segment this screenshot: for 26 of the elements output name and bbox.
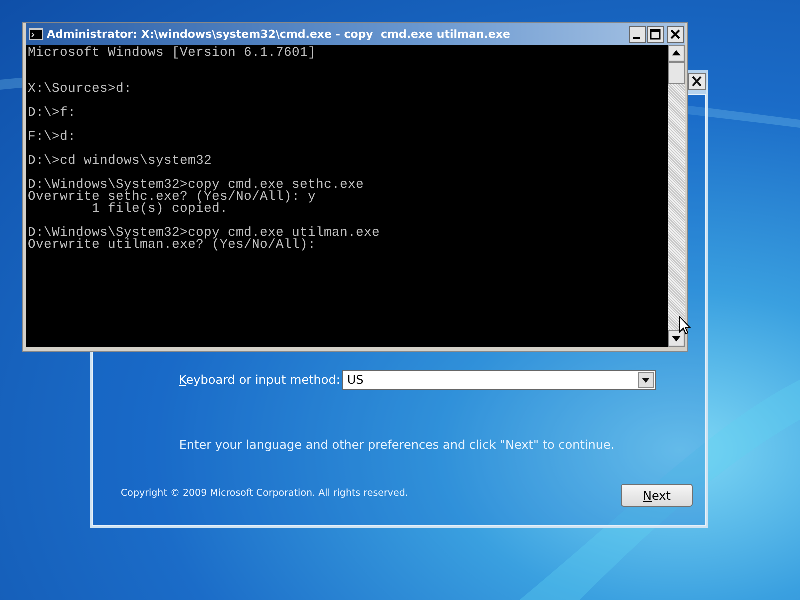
- console-line: Overwrite utilman.exe? (Yes/No/All):: [28, 239, 318, 251]
- scroll-up-icon[interactable]: [668, 45, 685, 62]
- console-icon: [29, 28, 43, 40]
- scroll-bar[interactable]: [668, 45, 685, 347]
- console-line: 1 file(s) copied.: [91, 203, 228, 215]
- console-line: D:\Windows\System32>copy cmd.exe utilman.exe: [28, 227, 382, 239]
- instruction-text: Enter your language and other preferences and click "Next" to continue.: [178, 438, 616, 452]
- scroll-thumb[interactable]: [668, 62, 685, 84]
- console-line: X:\Sources>d:: [28, 83, 134, 95]
- window-title: Administrator: X:\windows\system32\cmd.exe - copy cmd.exe utilman.exe: [47, 28, 512, 40]
- console-line: Overwrite sethc.exe? (Yes/No/All): y: [28, 191, 318, 203]
- console-line: D:\>f:: [28, 107, 78, 119]
- close-icon[interactable]: [688, 73, 706, 90]
- close-icon[interactable]: [667, 26, 684, 42]
- console-line: F:\>d:: [28, 131, 78, 143]
- mouse-pointer-icon: [679, 316, 691, 335]
- console-line: D:\Windows\System32>copy cmd.exe sethc.exe: [28, 179, 366, 191]
- next-button[interactable]: Next: [621, 484, 693, 507]
- scroll-down-icon[interactable]: [668, 330, 685, 347]
- console-line: D:\>cd windows\system32: [28, 155, 214, 167]
- maximize-icon[interactable]: [647, 26, 664, 42]
- keyboard-dropdown[interactable]: US: [342, 370, 656, 390]
- keyboard-label: Keyboard or input method:: [179, 373, 340, 387]
- copyright-text: Copyright © 2009 Microsoft Corporation. All rights reserved.: [121, 488, 408, 499]
- console-line: Microsoft Windows [Version 6.1.7601]: [28, 47, 318, 59]
- minimize-icon[interactable]: [629, 26, 646, 42]
